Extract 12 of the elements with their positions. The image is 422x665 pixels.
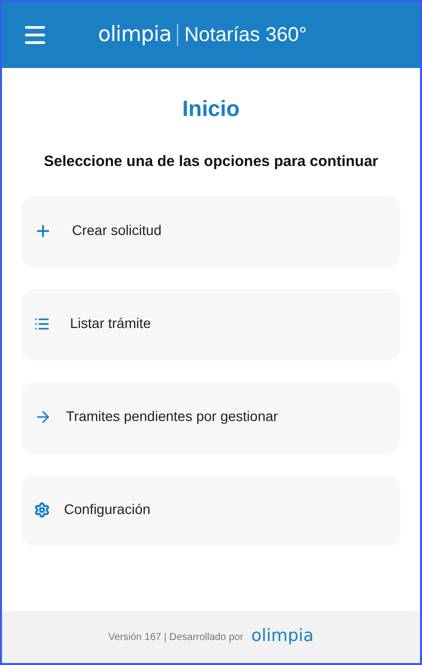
option-card[interactable]: Listar trámite <box>22 288 400 358</box>
option-card[interactable]: Tramites pendientes por gestionar <box>22 382 400 452</box>
footer-logo: olimpia <box>251 625 314 648</box>
footer-text: Versión 167 | Desarrollado por <box>108 630 244 644</box>
list-icon <box>34 316 50 332</box>
product-name: Notarías 360° <box>184 23 307 48</box>
option-card[interactable]: Crear solicitud <box>22 196 400 266</box>
gear-icon <box>34 502 50 518</box>
page-subtitle: Seleccione una de las opciones para continuar <box>44 152 378 172</box>
page-title: Inicio <box>182 95 240 123</box>
brand-logo: olimpia <box>98 21 172 48</box>
option-card[interactable]: Configuración <box>22 474 400 544</box>
